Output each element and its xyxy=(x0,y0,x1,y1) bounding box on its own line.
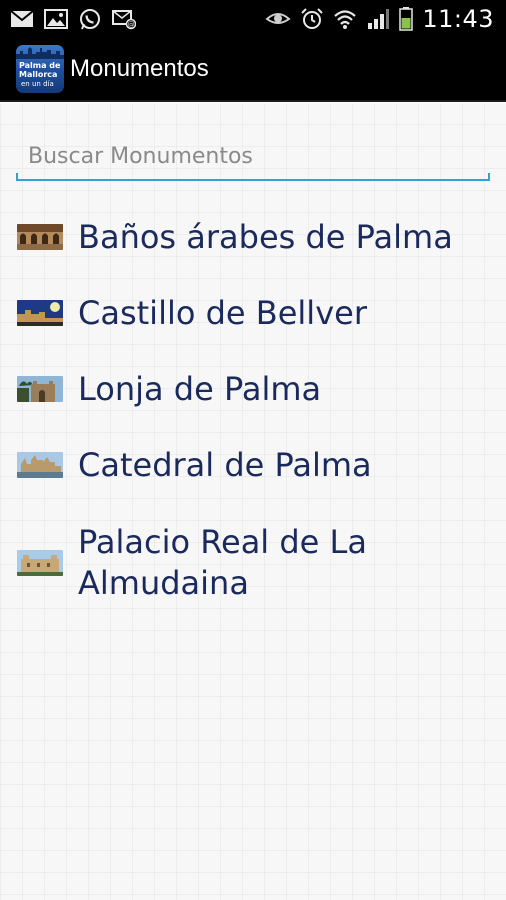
list-item[interactable]: Lonja de Palma xyxy=(0,367,506,411)
list-item[interactable]: Baños árabes de Palma xyxy=(0,215,506,259)
arab-baths-thumb-icon xyxy=(17,224,63,250)
clock-time: 11:43 xyxy=(422,5,494,33)
mail-icon xyxy=(10,10,34,27)
wifi-icon xyxy=(334,10,357,29)
list-item[interactable]: Castillo de Bellver xyxy=(0,291,506,335)
action-bar: Palma de Mallorca en un día Monumentos xyxy=(0,38,506,102)
status-bar: @ 11:43 xyxy=(0,0,506,38)
logo-text-line: Mallorca xyxy=(19,70,58,79)
bellver-castle-thumb-icon xyxy=(17,300,63,326)
monument-name: Palacio Real de La Almudaina xyxy=(78,523,367,602)
monument-name: Catedral de Palma xyxy=(78,445,372,484)
lonja-thumb-icon xyxy=(17,376,63,402)
almudaina-palace-thumb-icon xyxy=(17,550,63,576)
battery-icon xyxy=(399,7,414,31)
svg-text:@: @ xyxy=(128,21,135,29)
list-item[interactable]: Palacio Real de La Almudaina xyxy=(0,519,506,607)
image-icon xyxy=(44,9,68,29)
logo-text-line: Palma de xyxy=(19,61,61,70)
page-title: Monumentos xyxy=(70,55,209,82)
list-item[interactable]: Catedral de Palma xyxy=(0,443,506,487)
signal-icon xyxy=(368,9,390,29)
content-area: Baños árabes de Palma Castillo de Bellve… xyxy=(0,103,506,900)
skyline-graphic xyxy=(16,47,64,59)
alarm-icon xyxy=(301,8,324,29)
search-field[interactable] xyxy=(16,133,490,181)
eye-icon xyxy=(265,13,291,24)
app-logo[interactable]: Palma de Mallorca en un día xyxy=(16,45,64,93)
whatsapp-icon xyxy=(80,9,100,30)
sms-icon: @ xyxy=(112,10,136,30)
monument-name: Baños árabes de Palma xyxy=(78,217,453,256)
logo-text-line: en un día xyxy=(21,80,54,88)
monument-name: Castillo de Bellver xyxy=(78,293,367,332)
search-input[interactable] xyxy=(16,133,490,179)
monument-name: Lonja de Palma xyxy=(78,369,322,408)
cathedral-thumb-icon xyxy=(17,452,63,478)
